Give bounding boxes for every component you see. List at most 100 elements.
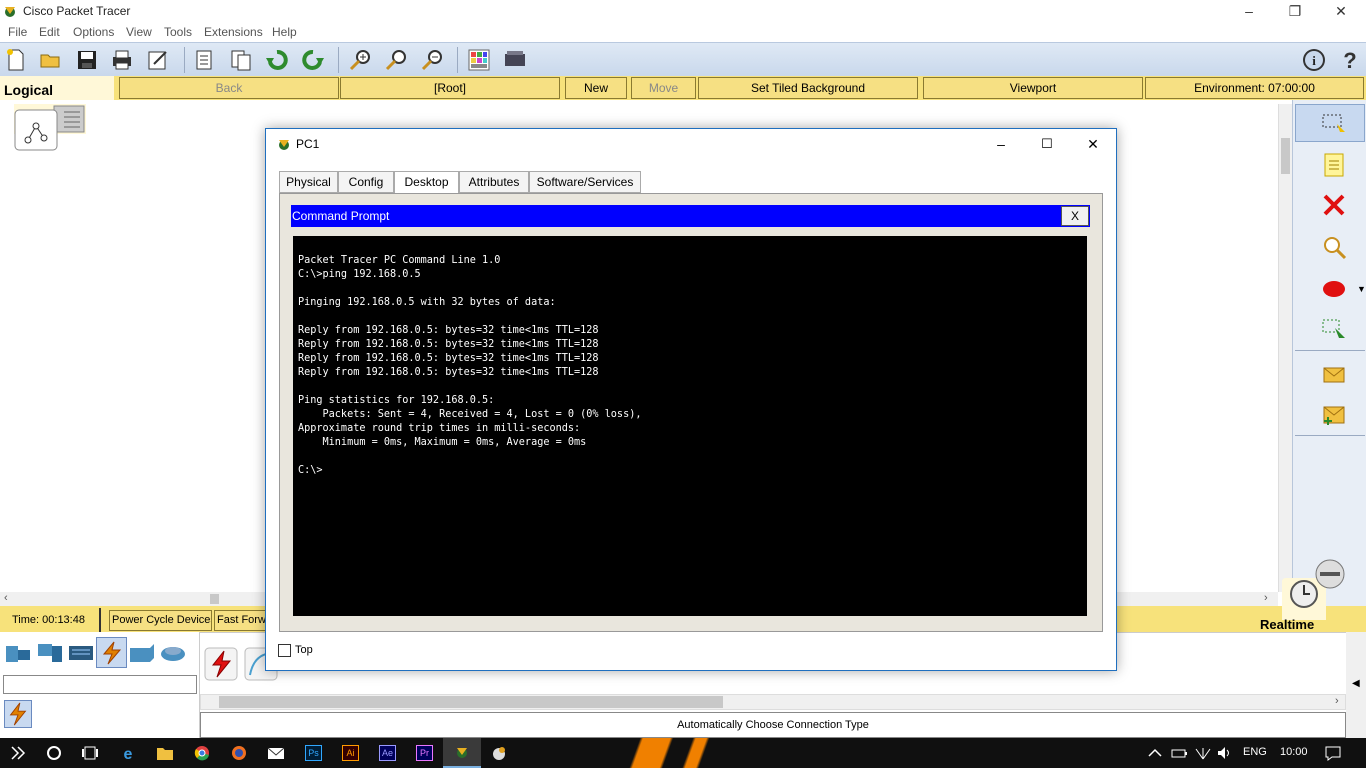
menu-tools[interactable]: Tools [164, 25, 192, 39]
power-cycle-devices-button[interactable]: Power Cycle Devices [109, 610, 212, 631]
scroll-right-arrow-icon[interactable]: › [1264, 592, 1268, 604]
copy-icon[interactable] [193, 48, 217, 72]
scroll-thumb[interactable] [219, 696, 723, 708]
scroll-thumb[interactable] [1281, 138, 1290, 174]
edge-browser-icon[interactable]: e [119, 745, 137, 761]
taskbar-clock[interactable]: 10:00 [1280, 746, 1308, 758]
move-object-button[interactable]: Move Object [631, 77, 696, 115]
custom-device-icon[interactable] [503, 48, 527, 72]
tab-physical[interactable]: Physical [279, 171, 338, 193]
chrome-icon[interactable] [193, 745, 211, 761]
note-tool-icon[interactable] [1321, 152, 1347, 178]
activity-wizard-icon[interactable] [146, 48, 170, 72]
menu-extensions[interactable]: Extensions [204, 25, 263, 39]
menu-view[interactable]: View [126, 25, 152, 39]
packet-tracer-taskbar-item[interactable] [443, 738, 481, 768]
device-search-field[interactable] [3, 675, 197, 694]
command-prompt-terminal[interactable]: Packet Tracer PC Command Line 1.0 C:\>pi… [293, 236, 1087, 616]
add-simple-pdu-icon[interactable] [1321, 362, 1347, 388]
info-icon[interactable]: i [1302, 48, 1326, 72]
cortana-icon[interactable] [45, 745, 63, 761]
panel-collapse-control[interactable]: ◀ [1346, 632, 1366, 738]
premiere-icon[interactable]: Pr [416, 745, 433, 761]
illustrator-icon[interactable]: Ai [342, 745, 359, 761]
components-icon[interactable] [67, 640, 95, 666]
tutorial-app-icon[interactable] [490, 745, 508, 761]
set-tiled-background-button[interactable]: Set Tiled Background [698, 77, 918, 99]
left-arrow-icon[interactable]: ◀ [1352, 678, 1360, 689]
select-tool-icon[interactable] [1321, 110, 1347, 136]
inspect-tool-icon[interactable] [1321, 234, 1347, 260]
connection-horizontal-scrollbar[interactable]: › [200, 694, 1346, 710]
photoshop-icon[interactable]: Ps [305, 745, 322, 761]
multiuser-connection-icon[interactable] [159, 640, 187, 666]
top-checkbox[interactable] [278, 644, 291, 657]
scroll-left-arrow-icon[interactable]: ‹ [4, 592, 8, 604]
pc1-minimize-button[interactable]: – [978, 133, 1024, 155]
paste-icon[interactable] [229, 48, 253, 72]
minimize-button[interactable]: – [1226, 0, 1272, 22]
fast-forward-button[interactable]: Fast Forwa [214, 610, 266, 631]
tab-desktop[interactable]: Desktop [394, 171, 459, 194]
logical-view-icon[interactable] [14, 104, 86, 152]
environment-button[interactable]: Environment: 07:00:00 [1145, 77, 1364, 99]
close-button[interactable]: ✕ [1318, 0, 1364, 22]
resize-shape-tool-icon[interactable] [1321, 316, 1347, 342]
root-button[interactable]: [Root] [340, 77, 560, 99]
scroll-right-arrow-icon[interactable]: › [1335, 695, 1339, 707]
dropdown-arrow-icon[interactable]: ▼ [1357, 284, 1366, 294]
multitask-icon[interactable] [81, 745, 99, 761]
pc1-maximize-button[interactable]: ☐ [1024, 133, 1070, 155]
delete-tool-icon[interactable] [1321, 192, 1347, 218]
network-devices-icon[interactable] [4, 640, 32, 666]
palette-icon[interactable] [467, 48, 491, 72]
battery-icon[interactable] [1170, 745, 1188, 761]
simulation-mode-icon[interactable] [1310, 556, 1350, 592]
tab-config[interactable]: Config [338, 171, 394, 193]
save-icon[interactable] [75, 48, 99, 72]
menu-edit[interactable]: Edit [39, 25, 60, 39]
command-prompt-close-button[interactable]: X [1061, 206, 1089, 226]
notifications-icon[interactable] [1324, 745, 1342, 761]
menu-file[interactable]: File [8, 25, 27, 39]
restore-button[interactable]: ❐ [1272, 0, 1318, 22]
menu-help[interactable]: Help [272, 25, 297, 39]
realtime-mode-label[interactable]: Realtime [1260, 617, 1314, 632]
file-explorer-icon[interactable] [156, 745, 174, 761]
undo-icon[interactable] [265, 48, 289, 72]
back-button[interactable]: Back [119, 77, 339, 99]
new-cluster-button[interactable]: New Cluster [565, 77, 627, 115]
new-file-icon[interactable] [4, 48, 28, 72]
tab-attributes[interactable]: Attributes [459, 171, 529, 193]
workspace-vertical-scrollbar[interactable] [1278, 104, 1292, 592]
scroll-thumb[interactable] [210, 594, 219, 604]
show-hidden-icons-icon[interactable] [1146, 745, 1164, 761]
logical-tab[interactable]: Logical [0, 76, 114, 100]
connections-icon[interactable] [98, 640, 126, 666]
help-icon[interactable]: ? [1338, 48, 1362, 72]
viewport-button[interactable]: Viewport [923, 77, 1143, 99]
end-devices-icon[interactable] [36, 640, 64, 666]
add-complex-pdu-icon[interactable] [1321, 402, 1347, 428]
pc1-title-bar[interactable]: PC1 – ☐ ✕ [266, 129, 1116, 159]
mail-icon[interactable] [267, 745, 285, 761]
zoom-out-icon[interactable] [420, 48, 444, 72]
zoom-reset-icon[interactable] [384, 48, 408, 72]
after-effects-icon[interactable]: Ae [379, 745, 396, 761]
network-icon[interactable] [1194, 745, 1212, 761]
auto-connection-icon[interactable] [204, 647, 238, 681]
volume-icon[interactable] [1216, 745, 1234, 761]
redo-icon[interactable] [301, 48, 325, 72]
print-icon[interactable] [110, 48, 134, 72]
task-view-icon[interactable] [10, 745, 28, 761]
menu-options[interactable]: Options [73, 25, 114, 39]
tab-software-services[interactable]: Software/Services [529, 171, 641, 193]
selected-category-icon[interactable] [4, 700, 32, 728]
miscellaneous-icon[interactable] [128, 640, 156, 666]
zoom-in-icon[interactable] [348, 48, 372, 72]
open-folder-icon[interactable] [39, 48, 63, 72]
draw-ellipse-tool-icon[interactable] [1321, 276, 1347, 302]
pc1-close-button[interactable]: ✕ [1070, 133, 1116, 155]
input-language[interactable]: ENG [1243, 746, 1267, 758]
firefox-icon[interactable] [230, 745, 248, 761]
